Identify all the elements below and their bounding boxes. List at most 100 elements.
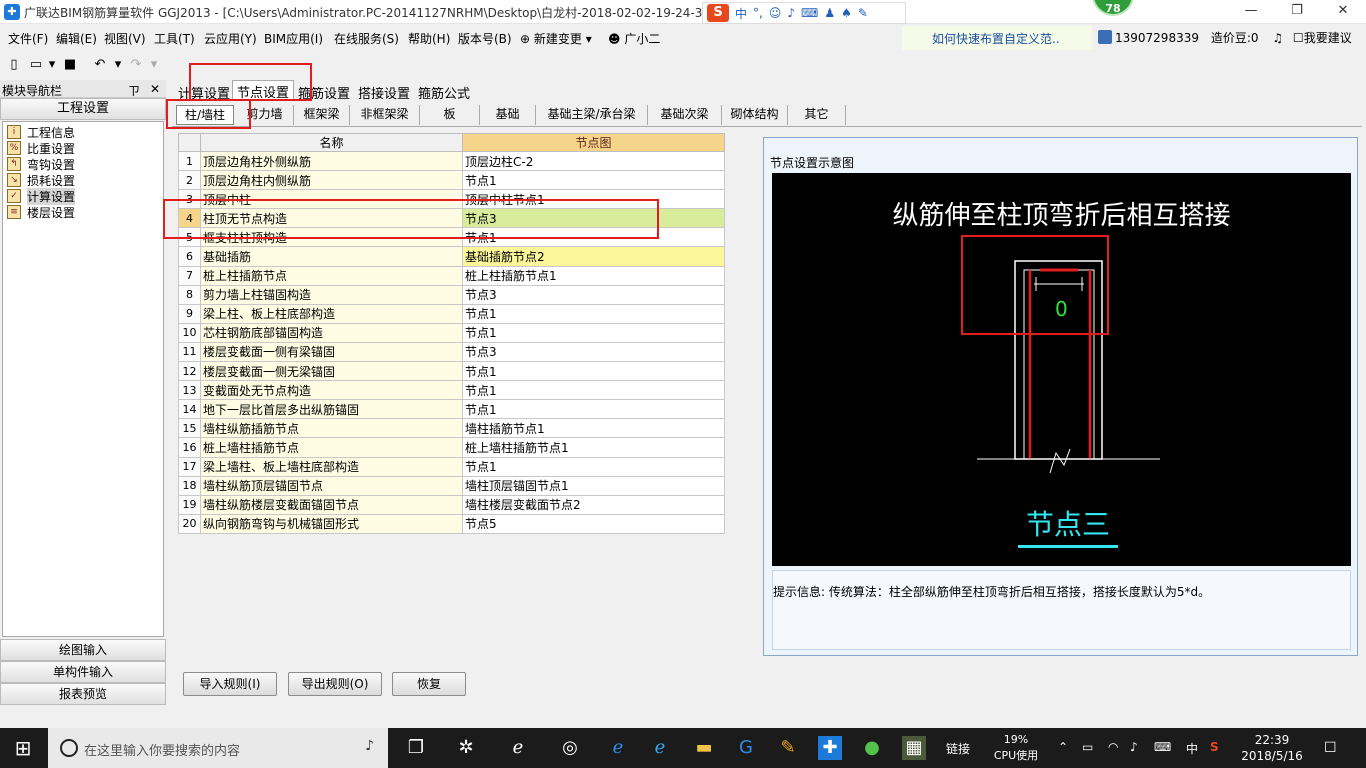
notes-icon[interactable]: ✎ [776,736,800,760]
subtab-foundation-secondary-beam[interactable]: 基础次梁 [648,105,722,125]
row-node-cell[interactable]: 节点1 [462,303,725,324]
ime-punct[interactable]: °, [753,6,763,20]
table-row[interactable]: 18 墙柱纵筋顶层锚固节点 墙柱顶层锚固节点1 [178,475,725,496]
table-row[interactable]: 16 桩上墙柱插筋节点 桩上墙柱插筋节点1 [178,437,725,458]
menu-file[interactable]: 文件(F) [8,30,48,47]
table-row[interactable]: 10 芯柱钢筋底部锚固构造 节点1 [178,322,725,343]
row-node-cell[interactable]: 节点5 [462,513,725,534]
subtab-foundation-main-beam[interactable]: 基础主梁/承台梁 [536,105,648,125]
redo-dropdown-icon[interactable]: ▾ [146,57,162,73]
save-icon[interactable]: ■ [62,57,78,73]
row-node-cell[interactable]: 桩上墙柱插筋节点1 [462,437,725,458]
maximize-button[interactable]: ❐ [1274,0,1320,24]
row-node-cell[interactable]: 墙柱顶层锚固节点1 [462,475,725,496]
table-row[interactable]: 19 墙柱纵筋楼层变截面锚固节点 墙柱楼层变截面节点2 [178,494,725,515]
row-node-cell[interactable]: 节点3 [462,208,725,229]
nav-item-density[interactable]: % 比重设置 [3,140,163,156]
row-node-cell[interactable]: 基础插筋节点2 [462,246,725,267]
table-row[interactable]: 20 纵向钢筋弯钩与机械锚固形式 节点5 [178,513,725,534]
volume-icon[interactable]: ♪ [1130,740,1138,754]
green-app-icon[interactable]: ● [860,736,884,760]
sogou-tray-icon[interactable]: S [1210,740,1219,754]
edge-icon[interactable]: ℯ [606,736,630,760]
taskbar-search[interactable]: 在这里输入你要搜索的内容 ♪ [48,728,388,768]
row-node-cell[interactable]: 桩上柱插筋节点1 [462,265,725,286]
table-row[interactable]: 9 梁上柱、板上柱底部构造 节点1 [178,303,725,324]
menu-help[interactable]: 帮助(H) [408,30,450,47]
suggest-link[interactable]: 我要建议 [1304,31,1352,45]
undo-dropdown-icon[interactable]: ▾ [110,57,126,73]
subtab-shear-wall[interactable]: 剪力墙 [236,105,294,125]
notification-icon[interactable]: ☐ [1324,740,1337,756]
row-node-cell[interactable]: 节点1 [462,227,725,248]
row-node-cell[interactable]: 节点1 [462,399,725,420]
tab-stirrup-settings[interactable]: 箍筋设置 [294,82,354,102]
help-hint-link[interactable]: 如何快速布置自定义范.. [902,26,1092,50]
minimize-button[interactable]: — [1228,0,1274,24]
close-button[interactable]: ✕ [1320,0,1366,24]
menu-online[interactable]: 在线服务(S) [334,30,399,47]
keyboard-icon[interactable]: ⌨ [1154,740,1171,754]
photo-app-icon[interactable]: ▦ [902,736,926,760]
glodon-g-icon[interactable]: G [734,736,758,760]
emoji-icon[interactable]: ☺ [769,6,782,20]
menu-cloud[interactable]: 云应用(Y) [204,30,257,47]
wifi-icon[interactable]: ◠ [1108,740,1118,754]
restore-button[interactable]: 恢复 [392,672,466,696]
skin-icon[interactable]: ♠ [841,6,852,20]
table-row[interactable]: 12 楼层变截面一侧无梁锚固 节点1 [178,361,725,382]
fan-app-icon[interactable]: ✲ [454,736,478,760]
mic-icon[interactable]: ♪ [787,6,795,20]
menu-tools[interactable]: 工具(T) [154,30,195,47]
wrench-icon[interactable]: ✎ [858,6,868,20]
undo-icon[interactable]: ↶ [92,57,108,73]
table-row[interactable]: 17 梁上墙柱、板上墙柱底部构造 节点1 [178,456,725,477]
subtab-column[interactable]: 柱/墙柱 [176,105,234,125]
menu-edit[interactable]: 编辑(E) [56,30,97,47]
subtab-masonry[interactable]: 砌体结构 [722,105,788,125]
tray-expand-icon[interactable]: ⌃ [1058,740,1068,754]
table-row[interactable]: 11 楼层变截面一侧有梁锚固 节点3 [178,341,725,363]
ggj-app-icon[interactable]: ✚ [818,736,842,760]
export-rules-button[interactable]: 导出规则(O) [288,672,382,696]
new-file-icon[interactable]: ▯ [6,57,22,73]
tab-node-settings[interactable]: 节点设置 [232,80,295,101]
nav-item-hook[interactable]: ↰ 弯钩设置 [3,156,163,172]
sogou-icon[interactable]: S [707,4,729,22]
table-row[interactable]: 7 桩上柱插筋节点 桩上柱插筋节点1 [178,265,725,286]
table-row[interactable]: 4 柱顶无节点构造 节点3 [178,208,725,229]
nav-item-floor[interactable]: ≡ 楼层设置 [3,204,163,220]
tab-stirrup-formula[interactable]: 箍筋公式 [414,82,474,102]
nav-single-component-input[interactable]: 单构件输入 [0,661,166,683]
menu-version[interactable]: 版本号(B) [458,30,512,47]
menu-new-change[interactable]: ⊕ 新建变更 ▾ [520,30,592,47]
task-view-icon[interactable]: ❐ [404,736,428,760]
tab-calc-settings[interactable]: 计算设置 [174,82,234,102]
dropdown-icon[interactable]: ▾ [44,57,60,73]
menu-bim[interactable]: BIM应用(I) [264,30,323,47]
nav-drawing-input[interactable]: 绘图输入 [0,639,166,661]
nav-group-project-settings[interactable]: 工程设置 [0,98,166,120]
file-explorer-icon[interactable]: ▬ [692,736,716,760]
nav-item-project-info[interactable]: i 工程信息 [3,124,163,140]
keyboard-icon[interactable]: ⌨ [801,6,818,20]
table-row[interactable]: 15 墙柱纵筋插筋节点 墙柱插筋节点1 [178,418,725,439]
tab-lap-settings[interactable]: 搭接设置 [354,82,414,102]
nav-report-preview[interactable]: 报表预览 [0,683,166,705]
subtab-slab[interactable]: 板 [420,105,480,125]
row-node-cell[interactable]: 节点1 [462,170,725,191]
input-lang[interactable]: 中 [1186,740,1198,757]
ime-toolbar[interactable]: S 中 °, ☺ ♪ ⌨ ♟ ♠ ✎ [702,2,906,24]
row-node-cell[interactable]: 节点3 [462,341,725,363]
row-node-cell[interactable]: 节点1 [462,380,725,401]
subtab-non-frame-beam[interactable]: 非框架梁 [350,105,420,125]
bell-icon[interactable]: ♫ [1272,31,1283,45]
redo-icon[interactable]: ↷ [128,57,144,73]
menu-assistant[interactable]: ☻ 广小二 [608,30,660,47]
row-node-cell[interactable]: 节点1 [462,322,725,343]
row-node-cell[interactable]: 顶层中柱节点1 [462,189,725,210]
subtab-other[interactable]: 其它 [788,105,846,125]
battery-icon[interactable]: ▭ [1082,740,1093,754]
subtab-foundation[interactable]: 基础 [480,105,536,125]
nav-item-calc-settings[interactable]: ✓ 计算设置 [3,187,163,205]
